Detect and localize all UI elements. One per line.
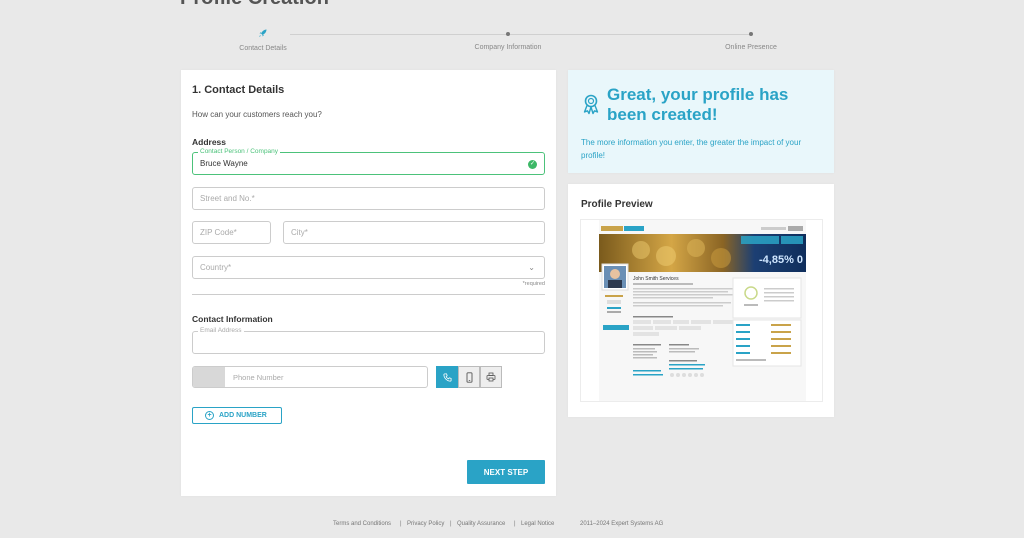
- city-placeholder: City*: [291, 228, 308, 237]
- page-title: Profile Creation: [180, 0, 329, 8]
- step-label: Company Information: [474, 44, 542, 51]
- progress-steps: Contact Details Company Information Onli…: [180, 28, 834, 58]
- section-divider: [192, 294, 545, 295]
- footer-link-quality[interactable]: Quality Assurance: [457, 521, 505, 527]
- zip-field[interactable]: ZIP Code*: [192, 221, 271, 244]
- contact-information-heading: Contact Information: [192, 314, 273, 324]
- footer-link-privacy[interactable]: Privacy Policy: [407, 521, 444, 527]
- check-icon: ✓: [528, 160, 537, 169]
- fax-icon: [486, 372, 496, 382]
- step-company-information[interactable]: Company Information: [428, 28, 588, 51]
- rocket-icon: [183, 28, 343, 40]
- step-dot: [506, 32, 510, 36]
- street-field[interactable]: Street and No.*: [192, 187, 545, 210]
- step-label: Contact Details: [239, 45, 287, 52]
- profile-preview-thumbnail: -4,85% 0 John Smith Services: [580, 219, 823, 402]
- mobile-icon: [466, 371, 472, 383]
- add-number-button[interactable]: + ADD NUMBER: [192, 407, 282, 424]
- phone-placeholder: Phone Number: [233, 373, 284, 382]
- country-placeholder: Country*: [200, 263, 232, 272]
- footer-link-legal[interactable]: Legal Notice: [521, 521, 554, 527]
- banner-value: -4,85% 0: [759, 254, 803, 266]
- phone-input[interactable]: Phone Number: [192, 366, 428, 388]
- success-banner: Great, your profile has been created! Th…: [568, 70, 834, 173]
- phone-type-mobile[interactable]: [458, 366, 480, 388]
- country-select[interactable]: Country* ⌄: [192, 256, 545, 279]
- contact-person-value: Bruce Wayne: [200, 159, 248, 168]
- contact-person-label: Contact Person / Company: [198, 148, 281, 155]
- contact-person-field[interactable]: Contact Person / Company Bruce Wayne ✓: [192, 148, 545, 175]
- email-label: Email Address: [198, 327, 244, 334]
- step-contact-details[interactable]: Contact Details: [183, 28, 343, 52]
- footer-separator: |: [400, 521, 402, 527]
- step-online-presence[interactable]: Online Presence: [671, 28, 831, 51]
- footer-copyright: 2011–2024 Expert Systems AG: [580, 521, 664, 527]
- step-label: Online Presence: [725, 44, 777, 51]
- form-heading: 1. Contact Details: [192, 84, 285, 96]
- profile-preview-card: Profile Preview -4,85% 0 John Smith Serv…: [568, 184, 834, 417]
- award-icon: [581, 93, 601, 120]
- form-subheading: How can your customers reach you?: [192, 110, 322, 119]
- success-text: The more information you enter, the grea…: [581, 138, 802, 160]
- street-placeholder: Street and No.*: [200, 194, 255, 203]
- profile-preview-image: -4,85% 0 John Smith Services: [581, 220, 822, 401]
- address-heading: Address: [192, 137, 227, 147]
- step-dot: [749, 32, 753, 36]
- next-step-button[interactable]: NEXT STEP: [467, 460, 545, 484]
- email-field[interactable]: Email Address: [192, 327, 545, 354]
- plus-icon: +: [205, 411, 214, 420]
- phone-type-fax[interactable]: [480, 366, 502, 388]
- contact-details-form: 1. Contact Details How can your customer…: [181, 70, 556, 496]
- required-note: *required: [522, 281, 545, 287]
- success-title: Great, your profile has been created!: [607, 85, 789, 124]
- footer-separator: |: [450, 521, 452, 527]
- phone-icon: [442, 372, 452, 382]
- city-field[interactable]: City*: [283, 221, 545, 244]
- add-number-label: ADD NUMBER: [219, 412, 267, 419]
- footer-link-terms[interactable]: Terms and Conditions: [333, 521, 391, 527]
- preview-company-name: John Smith Services: [633, 276, 679, 282]
- chevron-down-icon: ⌄: [528, 263, 535, 272]
- country-code-selector[interactable]: [193, 367, 225, 387]
- phone-type-landline[interactable]: [436, 366, 458, 388]
- zip-placeholder: ZIP Code*: [200, 228, 237, 237]
- profile-preview-heading: Profile Preview: [581, 199, 653, 210]
- footer-separator: |: [514, 521, 516, 527]
